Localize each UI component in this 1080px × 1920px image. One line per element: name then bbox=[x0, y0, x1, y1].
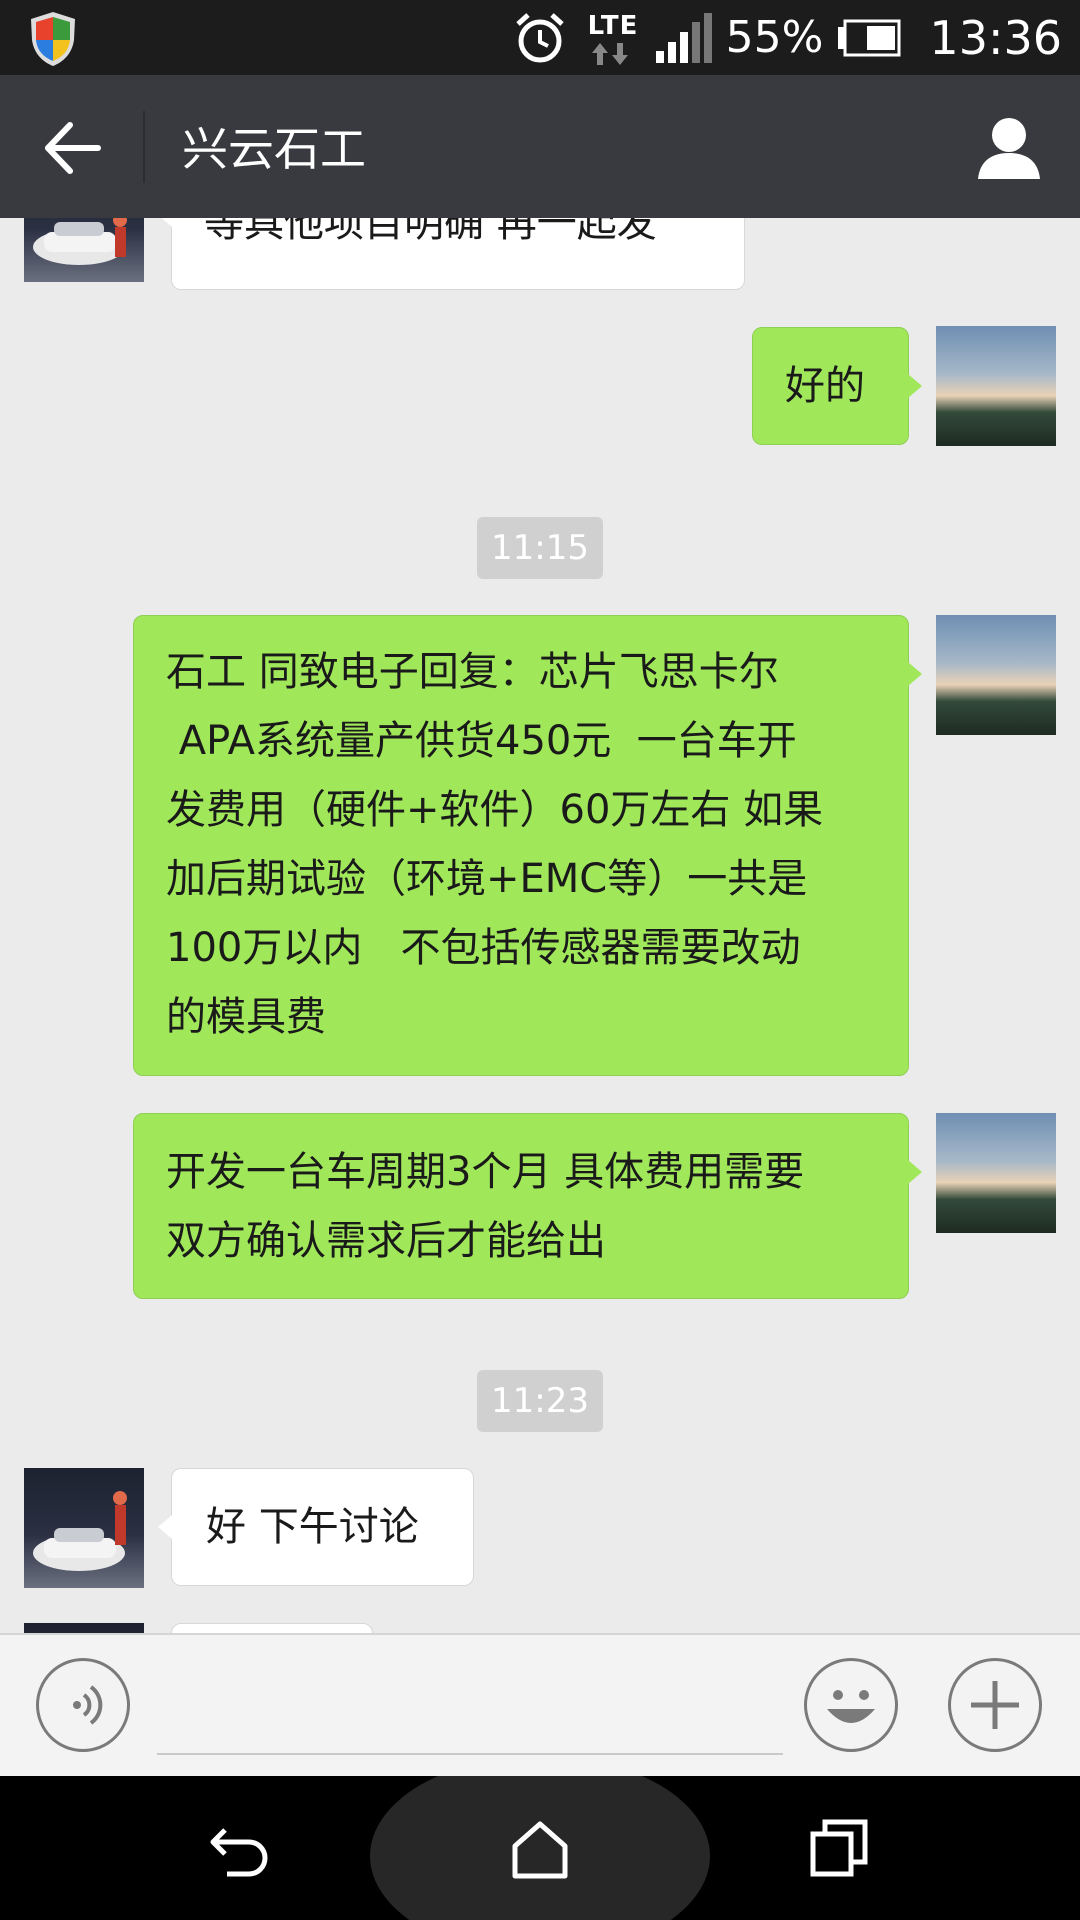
message-line: 双方确认需求后才能给出 bbox=[166, 1218, 606, 1264]
battery-percentage: 55% bbox=[725, 12, 824, 63]
message-line: 100万以内 不包括传感器需要改动 bbox=[166, 925, 801, 971]
person-icon[interactable] bbox=[974, 115, 1044, 181]
message-bubble-sent[interactable]: 开发一台车周期3个月 具体费用需要 双方确认需求后才能给出 bbox=[133, 1113, 922, 1299]
message-text: 等具他项目明确 再一起发 bbox=[204, 218, 657, 246]
message-bubble-received[interactable]: 等具他项目明确 再一起发 bbox=[158, 218, 745, 290]
input-bar bbox=[0, 1633, 1080, 1778]
plus-icon[interactable] bbox=[948, 1658, 1042, 1752]
lte-data-icon: LTE bbox=[582, 7, 640, 69]
message-line: 加后期试验（环境+EMC等）一共是 bbox=[166, 856, 808, 902]
timestamp: 11:15 bbox=[477, 517, 603, 579]
chat-title: 兴云石工 bbox=[182, 122, 366, 176]
message-bubble-sent[interactable]: 石工 同致电子回复：芯片飞思卡尔 APA系统量产供货450元 一台车开 发费用（… bbox=[133, 615, 922, 1076]
header-divider bbox=[143, 111, 145, 183]
message-line: 的模具费 bbox=[166, 994, 326, 1040]
message-bubble-sent[interactable]: 好的 bbox=[752, 327, 922, 445]
message-text: 好的 bbox=[785, 363, 865, 409]
message-line: 开发一台车周期3个月 具体费用需要 bbox=[166, 1149, 805, 1195]
timestamp: 11:23 bbox=[477, 1370, 603, 1432]
clock: 13:36 bbox=[929, 10, 1062, 65]
home-icon[interactable] bbox=[505, 1816, 575, 1882]
my-avatar[interactable] bbox=[936, 615, 1056, 735]
contact-avatar[interactable] bbox=[24, 218, 144, 282]
message-text: 好 下午讨论 bbox=[206, 1504, 419, 1550]
recent-apps-icon[interactable] bbox=[805, 1816, 875, 1882]
my-avatar[interactable] bbox=[936, 1113, 1056, 1233]
message-line: APA系统量产供货450元 一台车开 bbox=[166, 718, 797, 764]
emoji-icon[interactable] bbox=[804, 1658, 898, 1752]
message-bubble-received[interactable]: 好 下午讨论 bbox=[158, 1468, 474, 1586]
status-bar: LTE 55% 13:36 bbox=[0, 0, 1080, 75]
voice-icon[interactable] bbox=[36, 1658, 130, 1752]
message-bubble-received[interactable] bbox=[171, 1623, 373, 1633]
network-type-label: LTE bbox=[587, 10, 639, 41]
battery-icon bbox=[838, 19, 901, 56]
nav-back-icon[interactable] bbox=[205, 1816, 275, 1882]
message-line: 发费用（硬件+软件）60万左右 如果 bbox=[166, 787, 824, 833]
contact-avatar[interactable] bbox=[24, 1623, 144, 1633]
back-arrow-icon[interactable] bbox=[40, 115, 106, 181]
message-line: 石工 同致电子回复：芯片飞思卡尔 bbox=[166, 649, 779, 695]
message-input[interactable] bbox=[157, 1671, 783, 1755]
shield-icon bbox=[31, 12, 75, 66]
chat-header: 兴云石工 bbox=[0, 75, 1080, 218]
message-list[interactable]: 等具他项目明确 再一起发 好的 11:15 石工 同致电子回复：芯片飞思卡尔 A… bbox=[0, 218, 1080, 1633]
system-nav-bar bbox=[0, 1776, 1080, 1920]
signal-icon bbox=[655, 12, 712, 63]
alarm-icon bbox=[515, 12, 564, 62]
my-avatar[interactable] bbox=[936, 326, 1056, 446]
contact-avatar[interactable] bbox=[24, 1468, 144, 1588]
